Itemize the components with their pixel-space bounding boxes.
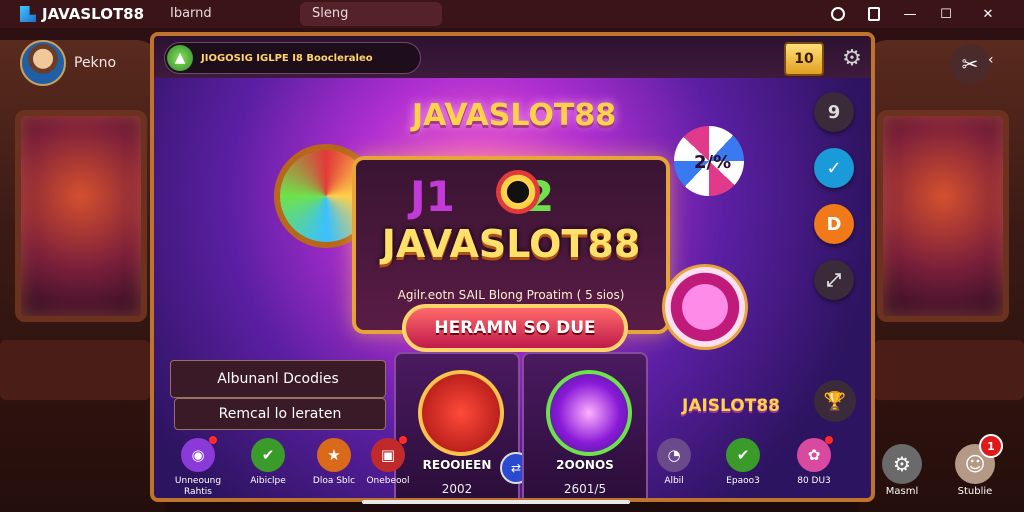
panel-top-strip: ▲ JIOGOSIG IGLPE I8 Boocleraleo 10 ⚙ bbox=[154, 36, 871, 78]
slot-reel-icon bbox=[496, 170, 540, 214]
bottom-item-label: Unneoung Rahtis bbox=[174, 476, 222, 497]
candy-icon: ✿ bbox=[797, 436, 833, 472]
arrow-up-icon: ▲ bbox=[167, 45, 193, 71]
profile-icon: ☺ 1 bbox=[955, 434, 1003, 484]
side-button-1[interactable]: 9 bbox=[814, 92, 854, 132]
brand-name: JAVASLOT88 bbox=[42, 5, 145, 23]
avatar[interactable] bbox=[20, 40, 66, 86]
coin-balance-button[interactable]: 10 bbox=[784, 42, 824, 76]
gear-icon: ⚙ bbox=[882, 444, 922, 484]
gift-icon: ▣ bbox=[371, 436, 407, 472]
home-indicator[interactable] bbox=[362, 500, 630, 504]
side-button-d[interactable]: D bbox=[814, 204, 854, 244]
bottom-menu: ◉ Unneoung Rahtis ✔ Aibiclpe ★ Dloa Sblc… bbox=[162, 436, 867, 498]
promo-text: JIOGOSIG IGLPE I8 Boocleraleo bbox=[201, 52, 373, 64]
bottom-item[interactable]: ✔ Aibiclpe bbox=[232, 438, 304, 487]
chip-label: 2/% bbox=[694, 152, 732, 173]
notification-dot bbox=[825, 436, 833, 444]
info-field-2[interactable]: Remcal lo leraten bbox=[174, 398, 386, 430]
player-profile[interactable]: Pekno bbox=[20, 40, 116, 86]
settings-label: Masml bbox=[885, 486, 919, 497]
game-logo: JAVASLOT88 bbox=[412, 98, 617, 133]
chat-icon: ◔ bbox=[657, 438, 691, 472]
close-icon[interactable]: ✕ bbox=[978, 4, 998, 24]
maximize-icon[interactable]: ☐ bbox=[936, 4, 956, 24]
brand-logo-icon bbox=[20, 6, 36, 22]
gear-icon[interactable]: ⚙ bbox=[838, 44, 866, 72]
hero-title: JAVASLOT88 bbox=[381, 222, 641, 266]
game-panel: ▲ JIOGOSIG IGLPE I8 Boocleraleo 10 ⚙ JAV… bbox=[150, 32, 875, 502]
app-title-bar: JAVASLOT88 Ibarnd Sleng — ☐ ✕ bbox=[0, 0, 1024, 28]
side-button-expand[interactable]: ⤢ bbox=[814, 260, 854, 300]
mask-icon: ◉ bbox=[181, 436, 217, 472]
cabinet-screen bbox=[15, 110, 147, 322]
tab-sleng[interactable]: Sleng bbox=[300, 2, 442, 26]
bottom-item-label: 80 DU3 bbox=[797, 476, 831, 486]
profile-label: Stublie bbox=[957, 486, 993, 497]
bottom-item[interactable]: ✔ Epaoo3 bbox=[707, 438, 779, 487]
bottom-item[interactable]: ✿ 80 DU3 bbox=[778, 436, 850, 487]
check-icon: ✔ bbox=[251, 438, 285, 472]
cabinet-screen bbox=[877, 110, 1009, 322]
clock-icon[interactable] bbox=[828, 4, 848, 24]
bottom-item-label: Onebeool bbox=[366, 476, 410, 486]
trophy-icon[interactable]: 🏆 bbox=[814, 380, 856, 422]
cabinet-deck bbox=[0, 340, 150, 400]
bottom-item[interactable]: ◉ Unneoung Rahtis bbox=[162, 436, 234, 498]
promo-banner[interactable]: ▲ JIOGOSIG IGLPE I8 Boocleraleo bbox=[164, 42, 421, 74]
notification-dot bbox=[209, 436, 217, 444]
clipboard-icon[interactable] bbox=[864, 4, 884, 24]
bottom-item-label: Aibiclpe bbox=[250, 476, 286, 486]
bottom-item[interactable]: ◔ Albil bbox=[638, 438, 710, 487]
star-coin-icon bbox=[662, 264, 748, 350]
cabinet-deck bbox=[874, 340, 1024, 400]
arcade-cabinet-left bbox=[0, 40, 165, 512]
tools-icon[interactable]: ✂ bbox=[950, 44, 990, 84]
info-field-1[interactable]: Albunanl Dcodies bbox=[170, 360, 386, 398]
minimize-icon[interactable]: — bbox=[900, 4, 920, 24]
settings-button[interactable]: ⚙ Masml bbox=[872, 444, 932, 497]
play-now-button[interactable]: HERAMN SO DUE bbox=[402, 304, 628, 352]
notification-badge: 1 bbox=[979, 434, 1003, 458]
hero-slot-left: J1 bbox=[410, 172, 455, 221]
notification-dot bbox=[399, 436, 407, 444]
brand[interactable]: JAVASLOT88 bbox=[20, 5, 144, 23]
bottom-item-label: Albil bbox=[664, 476, 684, 486]
bottom-item[interactable]: ▣ Onebeool bbox=[352, 436, 424, 487]
star-icon: ★ bbox=[317, 438, 351, 472]
check-icon: ✔ bbox=[726, 438, 760, 472]
tab-ibarnd[interactable]: Ibarnd bbox=[158, 2, 224, 26]
player-name: Pekno bbox=[74, 55, 117, 71]
chevron-left-icon[interactable]: ‹ bbox=[988, 52, 994, 68]
hero-subtitle: Agilr.eotn SAIL Blong Proatim ( 5 sios) bbox=[397, 288, 625, 302]
game-logo-small: JAISLOT88 bbox=[682, 396, 780, 416]
bottom-item-label: Epaoo3 bbox=[726, 476, 760, 486]
side-action-column: 9 ✓ D ⤢ bbox=[814, 92, 854, 300]
profile-button[interactable]: ☺ 1 Stublie bbox=[945, 434, 1005, 497]
side-button-check[interactable]: ✓ bbox=[814, 148, 854, 188]
